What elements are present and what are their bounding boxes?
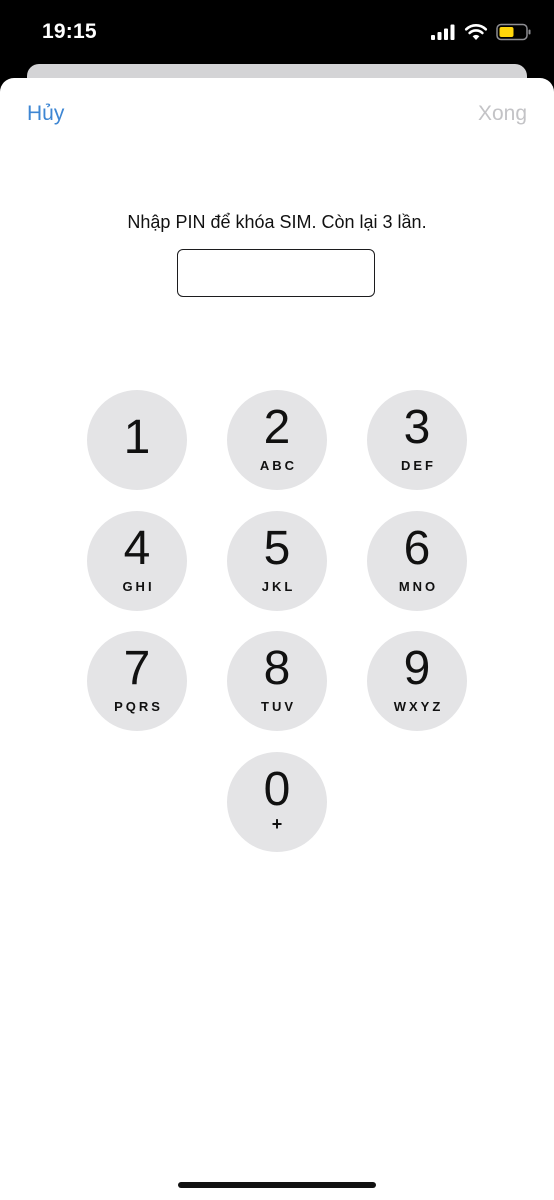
sim-pin-sheet: Hủy Xong Nhập PIN để khóa SIM. Còn lại 3… <box>0 78 554 1200</box>
key-letters: ABC <box>259 458 298 473</box>
key-digit: 4 <box>123 522 151 575</box>
key-letters: JKL <box>261 579 296 594</box>
key-digit: 9 <box>403 642 431 695</box>
key-3[interactable]: 3 DEF <box>367 390 467 490</box>
key-digit: 7 <box>123 642 151 695</box>
key-digit: 0 <box>263 763 291 816</box>
pin-input-field[interactable] <box>177 249 375 297</box>
key-0[interactable]: 0 + <box>227 752 327 852</box>
key-2[interactable]: 2 ABC <box>227 390 327 490</box>
key-digit: 1 <box>123 411 151 464</box>
home-indicator[interactable] <box>178 1182 376 1188</box>
key-letters: DEF <box>401 458 436 473</box>
key-digit: 2 <box>263 401 291 454</box>
key-digit: 3 <box>403 401 431 454</box>
key-4[interactable]: 4 GHI <box>87 511 187 611</box>
key-1[interactable]: 1 <box>87 390 187 490</box>
key-6[interactable]: 6 MNO <box>367 511 467 611</box>
status-time: 19:15 <box>42 20 97 43</box>
status-icons <box>430 23 532 41</box>
key-letters: MNO <box>398 579 439 594</box>
pin-prompt: Nhập PIN để khóa SIM. Còn lại 3 lần. <box>127 212 427 232</box>
done-button[interactable]: Xong <box>478 102 527 126</box>
key-letters: WXYZ <box>393 699 444 714</box>
status-bar: 19:15 <box>0 0 554 66</box>
wifi-icon <box>464 24 488 40</box>
key-5[interactable]: 5 JKL <box>227 511 327 611</box>
key-letters: + <box>271 814 283 834</box>
cellular-signal-icon <box>431 24 455 40</box>
key-letters: GHI <box>122 579 155 594</box>
key-digit: 8 <box>263 642 291 695</box>
phone-screen: 19:15 Hủy Xong Nhập PIN để khóa SIM. Còn… <box>0 0 554 1200</box>
cancel-button[interactable]: Hủy <box>27 102 64 126</box>
key-letters: TUV <box>261 699 296 714</box>
key-digit: 5 <box>263 522 291 575</box>
key-9[interactable]: 9 WXYZ <box>367 631 467 731</box>
key-digit: 6 <box>403 522 431 575</box>
key-8[interactable]: 8 TUV <box>227 631 327 731</box>
key-letters: PQRS <box>114 699 163 714</box>
key-7[interactable]: 7 PQRS <box>87 631 187 731</box>
battery-icon <box>496 23 531 41</box>
